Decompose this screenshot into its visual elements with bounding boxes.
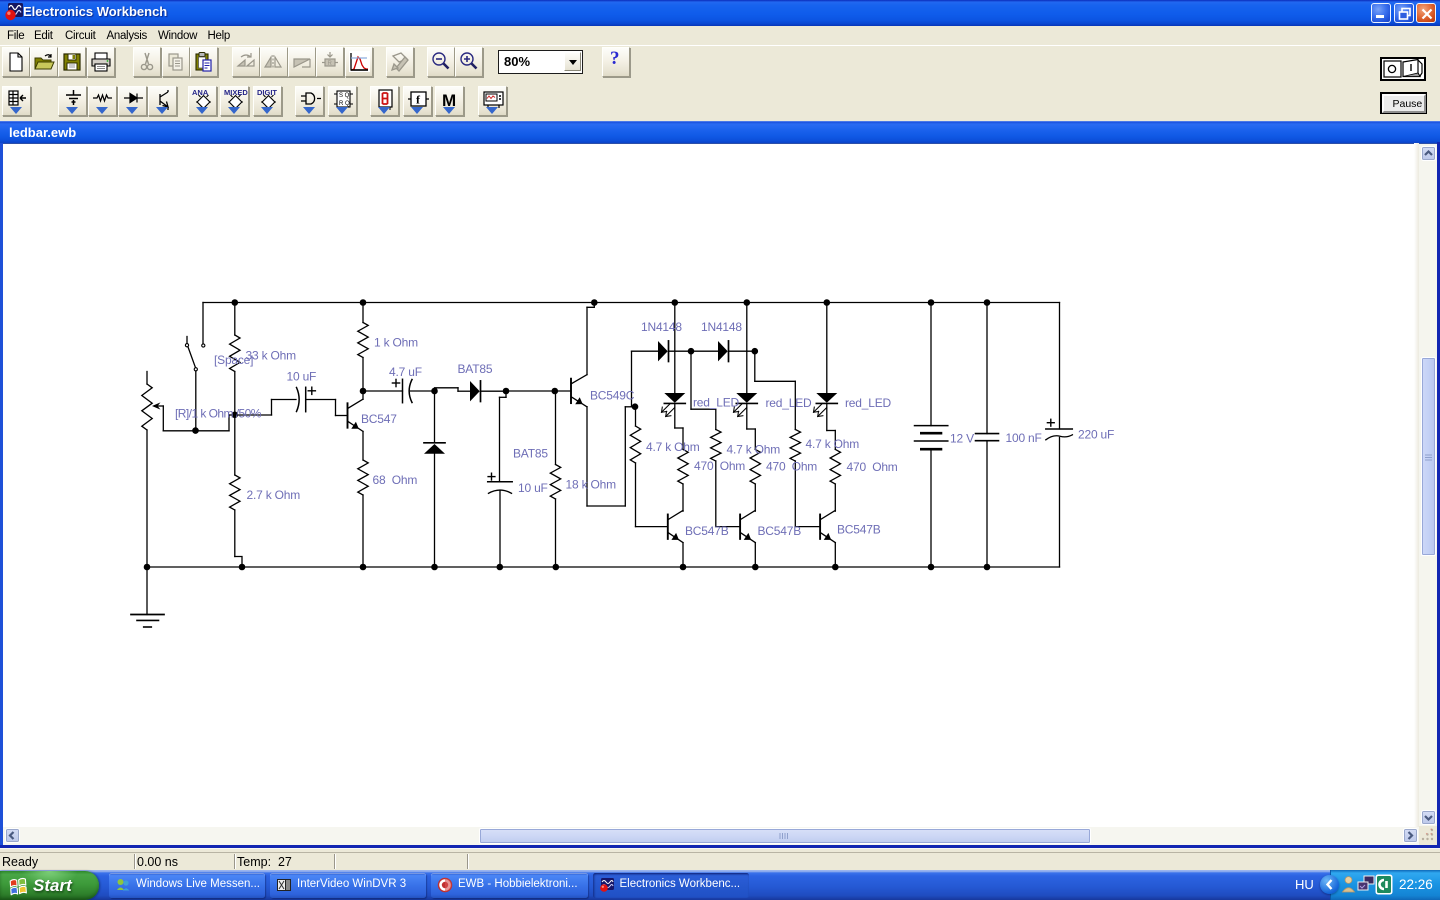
- svg-text:10 uF: 10 uF: [518, 481, 548, 495]
- svg-text:[R]/1 k Ohm /50%: [R]/1 k Ohm /50%: [175, 407, 262, 421]
- svg-text:10 uF: 10 uF: [287, 370, 317, 384]
- svg-text:470 Ohm: 470 Ohm: [847, 460, 898, 474]
- svg-text:1N4148: 1N4148: [701, 320, 742, 334]
- svg-text:18 k Ohm: 18 k Ohm: [566, 478, 617, 492]
- svg-text:470 Ohm: 470 Ohm: [766, 460, 817, 474]
- svg-text:100 nF: 100 nF: [1006, 431, 1042, 445]
- svg-text:4.7 k Ohm: 4.7 k Ohm: [646, 440, 700, 454]
- svg-text:1 k Ohm: 1 k Ohm: [374, 336, 418, 350]
- svg-text:1N4148: 1N4148: [641, 320, 682, 334]
- svg-text:BC547: BC547: [361, 412, 397, 426]
- svg-text:33 k Ohm: 33 k Ohm: [246, 349, 297, 363]
- svg-text:BAT85: BAT85: [458, 362, 493, 376]
- svg-text:4.7 k Ohm: 4.7 k Ohm: [727, 443, 781, 457]
- svg-text:12 V: 12 V: [950, 432, 974, 446]
- svg-text:2.7 k Ohm: 2.7 k Ohm: [247, 488, 301, 502]
- svg-text:BC549C: BC549C: [590, 389, 635, 403]
- svg-text:4.7 k Ohm: 4.7 k Ohm: [806, 437, 860, 451]
- svg-text:BC547B: BC547B: [758, 524, 802, 538]
- svg-text:220 uF: 220 uF: [1078, 428, 1114, 442]
- svg-text:red_LED: red_LED: [693, 396, 739, 410]
- svg-text:BC547B: BC547B: [837, 523, 881, 537]
- svg-text:68 Ohm: 68 Ohm: [373, 473, 418, 487]
- svg-text:BAT85: BAT85: [513, 447, 548, 461]
- svg-text:470 Ohm: 470 Ohm: [694, 459, 745, 473]
- svg-text:red_LED: red_LED: [766, 396, 812, 410]
- svg-text:4.7 uF: 4.7 uF: [389, 365, 422, 379]
- svg-text:BC547B: BC547B: [685, 524, 729, 538]
- svg-text:red_LED: red_LED: [845, 396, 891, 410]
